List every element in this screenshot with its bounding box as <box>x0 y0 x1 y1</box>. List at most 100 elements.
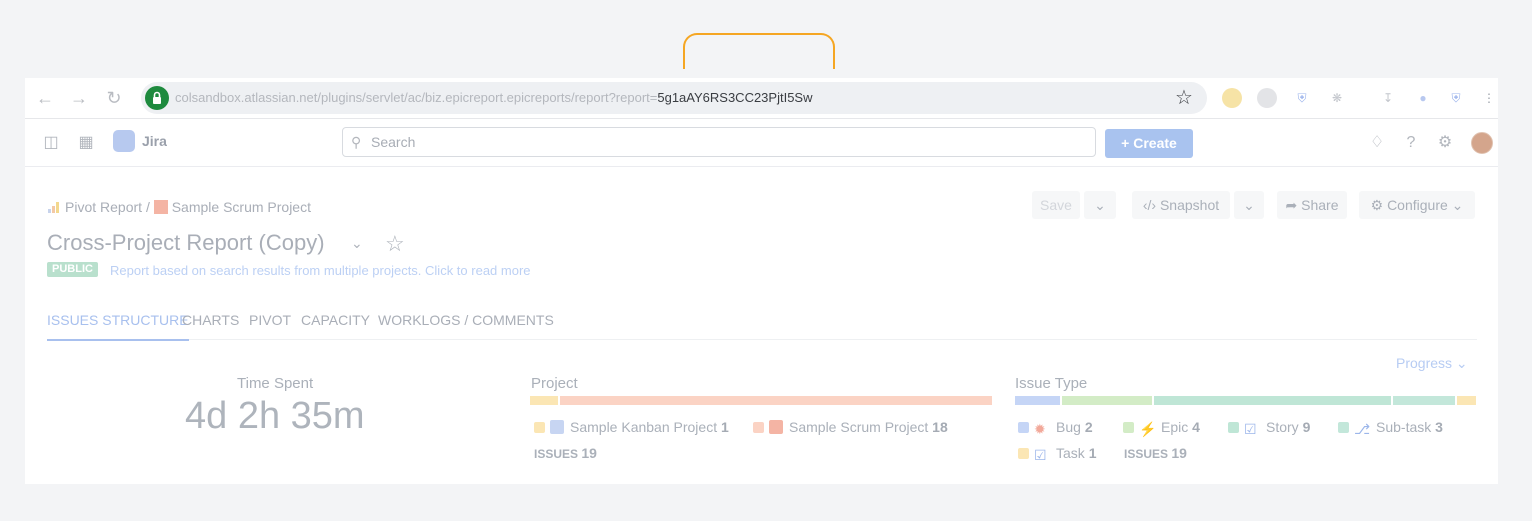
extension-shield-icon[interactable]: ⛨ <box>1292 88 1312 108</box>
notifications-bell-icon[interactable]: ♢ <box>1366 132 1388 154</box>
report-tabs: ISSUES STRUCTURE CHARTS PIVOT CAPACITY W… <box>47 311 1477 341</box>
lock-icon[interactable] <box>145 86 169 110</box>
scrum-project-icon <box>769 420 783 434</box>
user-avatar[interactable] <box>1471 132 1493 154</box>
jira-product-name[interactable]: Jira <box>142 133 167 149</box>
project-bar-kanban[interactable] <box>530 396 558 405</box>
progress-selector[interactable]: Progress ⌄ <box>1396 355 1468 372</box>
share-button[interactable]: ➦ Share <box>1277 191 1347 219</box>
legend-count: 4 <box>1192 419 1200 435</box>
profile-icon[interactable]: ● <box>1413 88 1433 108</box>
create-button-label: Create <box>1133 135 1177 151</box>
tab-capacity[interactable]: CAPACITY <box>301 311 370 339</box>
app-switcher-icon[interactable]: ▦ <box>75 132 97 154</box>
issue-bar-story[interactable] <box>1154 396 1391 405</box>
legend-count: 9 <box>1302 419 1311 435</box>
issue-bar-epic[interactable] <box>1062 396 1152 405</box>
project-issues-total: ISSUES 19 <box>534 445 597 461</box>
forward-arrow-icon[interactable]: → <box>67 86 91 110</box>
create-button[interactable]: + Create <box>1105 129 1193 158</box>
save-button[interactable]: Save <box>1032 191 1080 219</box>
favorite-star-icon[interactable]: ☆ <box>385 231 405 257</box>
bookmark-star-icon[interactable]: ☆ <box>1171 85 1197 111</box>
progress-chevron-icon: ⌄ <box>1455 355 1468 371</box>
reload-icon[interactable]: ↻ <box>102 86 126 110</box>
legend-sample-kanban-project[interactable]: Sample Kanban Project 1 <box>534 419 729 435</box>
legend-epic[interactable]: ⚡ Epic 4 <box>1123 419 1200 437</box>
configure-chevron-icon: ⌄ <box>1447 197 1464 213</box>
pivot-report-icon <box>47 200 61 214</box>
tab-pivot[interactable]: PIVOT <box>249 311 291 339</box>
jira-logo-icon[interactable] <box>113 130 135 152</box>
legend-name: Task <box>1056 445 1085 461</box>
snapshot-button[interactable]: ‹/› Snapshot <box>1132 191 1230 219</box>
legend-name: Story <box>1266 419 1299 435</box>
snapshot-label: Snapshot <box>1159 197 1220 213</box>
story-icon: ☑ <box>1244 421 1257 437</box>
legend-name: Bug <box>1056 419 1081 435</box>
url-base: colsandbox.atlassian.net/plugins/servlet… <box>175 90 658 105</box>
snapshot-icon: ‹/› <box>1142 197 1160 213</box>
issue-type-issues-total: ISSUES 19 <box>1124 445 1187 461</box>
legend-bug[interactable]: ✹ Bug 2 <box>1018 419 1093 437</box>
epic-icon: ⚡ <box>1139 421 1157 437</box>
project-bar-scrum[interactable] <box>560 396 992 405</box>
bug-icon: ✹ <box>1034 421 1046 437</box>
legend-name: Sub-task <box>1376 419 1432 435</box>
legend-name: Epic <box>1161 419 1189 435</box>
back-arrow-icon[interactable]: ← <box>33 86 57 110</box>
url-text[interactable]: colsandbox.atlassian.net/plugins/servlet… <box>175 82 812 114</box>
legend-count: 1 <box>1088 445 1097 461</box>
browser-window: ← → ↻ colsandbox.atlassian.net/plugins/s… <box>25 78 1498 484</box>
legend-task[interactable]: ☑ Task 1 <box>1018 445 1097 463</box>
tab-worklogs-comments[interactable]: WORKLOGS / COMMENTS <box>378 311 554 339</box>
tab-issues-structure[interactable]: ISSUES STRUCTURE <box>47 311 189 341</box>
total-count: 19 <box>1171 445 1187 461</box>
kanban-project-icon <box>550 420 564 434</box>
extension-gray-icon[interactable] <box>1257 88 1277 108</box>
settings-gear-icon[interactable]: ⚙ <box>1434 132 1456 154</box>
subtask-icon: ⎇ <box>1354 421 1371 437</box>
public-badge: PUBLIC <box>47 262 98 277</box>
share-label: Share <box>1301 197 1339 213</box>
search-box[interactable]: ⚲ <box>342 127 1096 157</box>
help-icon[interactable]: ? <box>1400 132 1422 154</box>
legend-count: 2 <box>1084 419 1093 435</box>
jira-top-nav: ◫ ▦ Jira ⚲ + Create ♢ ? ⚙ <box>25 120 1498 167</box>
search-icon: ⚲ <box>351 134 362 150</box>
browser-toolbar: ← → ↻ colsandbox.atlassian.net/plugins/s… <box>25 78 1498 119</box>
legend-story[interactable]: ☑ Story 9 <box>1228 419 1311 437</box>
configure-gear-icon: ⚙ <box>1370 197 1388 213</box>
snapshot-dropdown-chevron-icon[interactable]: ⌄ <box>1234 191 1264 219</box>
extension-orange-icon[interactable] <box>1222 88 1242 108</box>
issue-type-label: Issue Type <box>1015 375 1088 392</box>
issue-bar-subtask[interactable] <box>1393 396 1455 405</box>
save-dropdown-chevron-icon[interactable]: ⌄ <box>1084 191 1116 219</box>
search-input[interactable] <box>371 128 1071 156</box>
title-dropdown-chevron-icon[interactable]: ⌄ <box>351 235 363 252</box>
report-description-link[interactable]: Report based on search results from mult… <box>110 263 531 278</box>
progress-label: Progress <box>1396 355 1453 371</box>
breadcrumb-root[interactable]: Pivot Report <box>65 199 142 215</box>
sidebar-toggle-icon[interactable]: ◫ <box>40 132 62 154</box>
issue-bar-bug[interactable] <box>1015 396 1060 405</box>
download-icon[interactable]: ↧ <box>1378 88 1398 108</box>
tab-charts[interactable]: CHARTS <box>182 311 239 339</box>
total-label: ISSUES <box>1124 447 1169 461</box>
legend-sample-scrum-project[interactable]: Sample Scrum Project 18 <box>753 419 948 435</box>
highlight-callout <box>683 33 835 69</box>
password-shield-icon[interactable]: ⛨ <box>1446 88 1466 108</box>
breadcrumb-separator: / <box>145 199 150 215</box>
breadcrumb-project[interactable]: Sample Scrum Project <box>172 199 311 215</box>
configure-button[interactable]: ⚙ Configure ⌄ <box>1359 191 1475 219</box>
legend-subtask[interactable]: ⎇ Sub-task 3 <box>1338 419 1443 437</box>
browser-menu-icon[interactable]: ⋮ <box>1479 88 1498 108</box>
configure-label: Configure <box>1387 197 1448 213</box>
legend-count: 18 <box>932 419 948 435</box>
legend-swatch <box>1018 448 1029 459</box>
extensions-puzzle-icon[interactable]: ❋ <box>1327 88 1347 108</box>
issue-bar-task[interactable] <box>1457 396 1476 405</box>
address-bar[interactable]: colsandbox.atlassian.net/plugins/servlet… <box>141 82 1207 114</box>
legend-swatch <box>534 422 545 433</box>
legend-swatch <box>1018 422 1029 433</box>
